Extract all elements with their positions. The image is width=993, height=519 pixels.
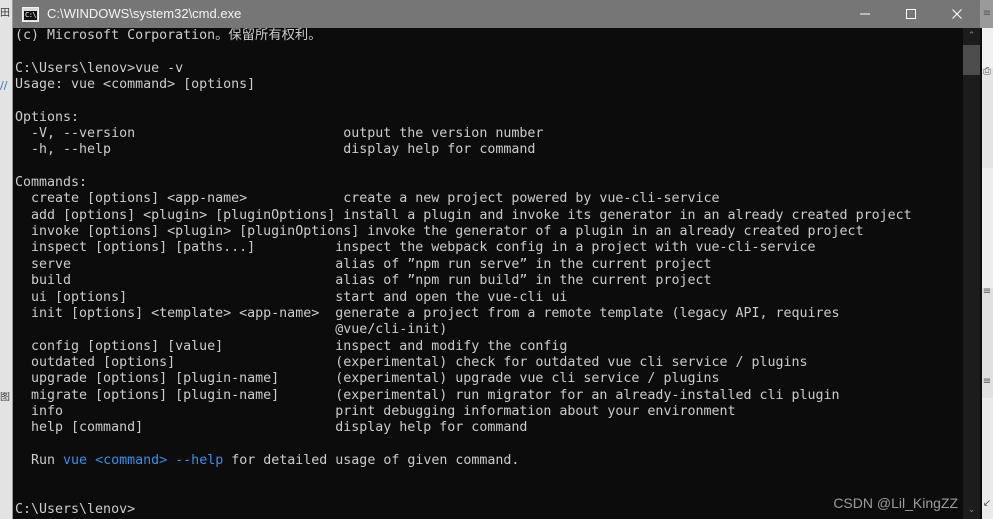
console-token: for detailed usage of given command. <box>223 452 520 468</box>
console-token: outdated [options] (experimental) check … <box>15 354 808 370</box>
console-line: serve alias of ”npm run serve” in the cu… <box>15 257 912 273</box>
window-title: C:\WINDOWS\system32\cmd.exe <box>47 6 242 21</box>
console-line: C:\Users\lenov> <box>15 502 912 518</box>
background-left-tab-glyph: 田 <box>0 8 10 19</box>
chevron-up-icon: ⌃ <box>967 31 976 41</box>
background-right-section-4 <box>981 168 993 288</box>
console-token: init [options] <template> <app-name> gen… <box>15 305 840 321</box>
watermark: CSDN @Lil_KingZZ <box>833 495 958 511</box>
background-right-glyph: ⎙ <box>983 66 991 77</box>
console-line: Commands: <box>15 175 912 191</box>
console-line: inspect [options] [paths...] inspect the… <box>15 240 912 256</box>
console-token: Usage: vue <command> [options] <box>15 77 256 93</box>
console-token: serve alias of ”npm run serve” in the cu… <box>15 256 712 272</box>
console-token: -V, --version output the version number <box>15 126 544 142</box>
console-token: (c) Microsoft Corporation。保留所有权利。 <box>15 28 322 43</box>
console-line: init [options] <template> <app-name> gen… <box>15 306 912 322</box>
console-token: ui [options] start and open the vue-cli … <box>15 289 568 305</box>
console-line: upgrade [options] [plugin-name] (experim… <box>15 371 912 387</box>
console-output-area[interactable]: (c) Microsoft Corporation。保留所有权利。 C:\Use… <box>13 28 982 519</box>
console-line: ui [options] start and open the vue-cli … <box>15 290 912 306</box>
scrollbar-thumb[interactable] <box>963 45 980 75</box>
cmd-window: C:\ C:\WINDOWS\system32\cmd.exe (c) Micr… <box>12 0 982 519</box>
desktop-left-strip: 田 // 图 <box>0 0 12 519</box>
console-line: @vue/cli-init) <box>15 322 912 338</box>
console-token: upgrade [options] [plugin-name] (experim… <box>15 371 720 387</box>
background-left-slash-glyph: // <box>0 80 8 92</box>
console-token-highlight: <command> <box>95 452 168 468</box>
console-token: add [options] <plugin> [pluginOptions] i… <box>15 207 912 223</box>
console-line: info print debugging information about y… <box>15 404 912 420</box>
console-token: help [command] display help for command <box>15 420 528 436</box>
console-line: invoke [options] <plugin> [pluginOptions… <box>15 224 912 240</box>
console-token: inspect [options] [paths...] inspect the… <box>15 240 816 256</box>
background-right-glyph: ≡ <box>982 8 992 19</box>
console-line: build alias of ”npm run build” in the cu… <box>15 273 912 289</box>
chevron-down-icon: ⌄ <box>967 505 976 515</box>
console-token: -h, --help display help for command <box>15 142 536 158</box>
console-token: Run <box>15 452 64 468</box>
console-token: C:\Users\lenov>vue -v <box>15 60 184 76</box>
maximize-icon <box>906 9 916 19</box>
console-line: -V, --version output the version number <box>15 126 912 142</box>
close-icon <box>952 9 962 19</box>
console-line: outdated [options] (experimental) check … <box>15 355 912 371</box>
console-token: migrate [options] [plugin-name] (experim… <box>15 387 840 403</box>
console-scrollbar[interactable]: ⌃ ⌄ <box>963 28 980 519</box>
console-line: migrate [options] [plugin-name] (experim… <box>15 388 912 404</box>
scrollbar-up-button[interactable]: ⌃ <box>963 28 980 45</box>
console-line: Run vue <command> --help for detailed us… <box>15 453 912 469</box>
console-line: help [command] display help for command <box>15 420 912 436</box>
background-right-glyph: ↙ <box>982 498 992 509</box>
console-line: add [options] <plugin> [pluginOptions] i… <box>15 208 912 224</box>
console-token: @vue/cli-init) <box>15 322 448 338</box>
console-line: Usage: vue <command> [options] <box>15 77 912 93</box>
console-token: invoke [options] <plugin> [pluginOptions… <box>15 224 864 240</box>
console-token: Commands: <box>15 175 88 191</box>
desktop-right-strip: ≡ ⎙ ≡ ≡ ↙ <box>981 0 993 519</box>
console-token: build alias of ”npm run build” in the cu… <box>15 273 712 289</box>
console-line: Options: <box>15 110 912 126</box>
console-token: config [options] [value] inspect and mod… <box>15 338 568 354</box>
minimize-icon <box>860 13 870 15</box>
close-button[interactable] <box>934 0 980 28</box>
console-token <box>87 453 95 468</box>
console-line: create [options] <app-name> create a new… <box>15 191 912 207</box>
console-token: C:\Users\lenov> <box>15 501 136 517</box>
console-token-highlight: --help <box>175 452 224 468</box>
cmd-icon-prompt-text: C:\ <box>24 10 37 20</box>
background-right-section-2 <box>981 28 993 68</box>
screen: 田 // 图 ≡ ⎙ ≡ ≡ ↙ C:\ C:\WINDOWS\system32\cmd… <box>0 0 993 519</box>
console-token: create [options] <app-name> create a new… <box>15 191 720 207</box>
maximize-button[interactable] <box>888 0 934 28</box>
background-right-glyph: ≡ <box>982 286 992 297</box>
console-line: config [options] [value] inspect and mod… <box>15 339 912 355</box>
console-line: (c) Microsoft Corporation。保留所有权利。 <box>15 28 912 44</box>
cmd-console-icon: C:\ <box>22 6 39 22</box>
scrollbar-down-button[interactable]: ⌄ <box>963 502 980 519</box>
background-right-section-3 <box>981 68 993 168</box>
console-token <box>167 453 175 468</box>
background-left-cn-glyph: 图 <box>0 392 10 403</box>
console-text: (c) Microsoft Corporation。保留所有权利。 C:\Use… <box>13 28 912 518</box>
titlebar[interactable]: C:\ C:\WINDOWS\system32\cmd.exe <box>13 0 980 28</box>
minimize-button[interactable] <box>842 0 888 28</box>
console-token-highlight: vue <box>63 452 88 468</box>
console-token: Options: <box>15 109 80 125</box>
background-right-glyph: ≡ <box>982 376 992 387</box>
console-line: -h, --help display help for command <box>15 142 912 158</box>
console-line: C:\Users\lenov>vue -v <box>15 61 912 77</box>
console-token: info print debugging information about y… <box>15 403 736 419</box>
